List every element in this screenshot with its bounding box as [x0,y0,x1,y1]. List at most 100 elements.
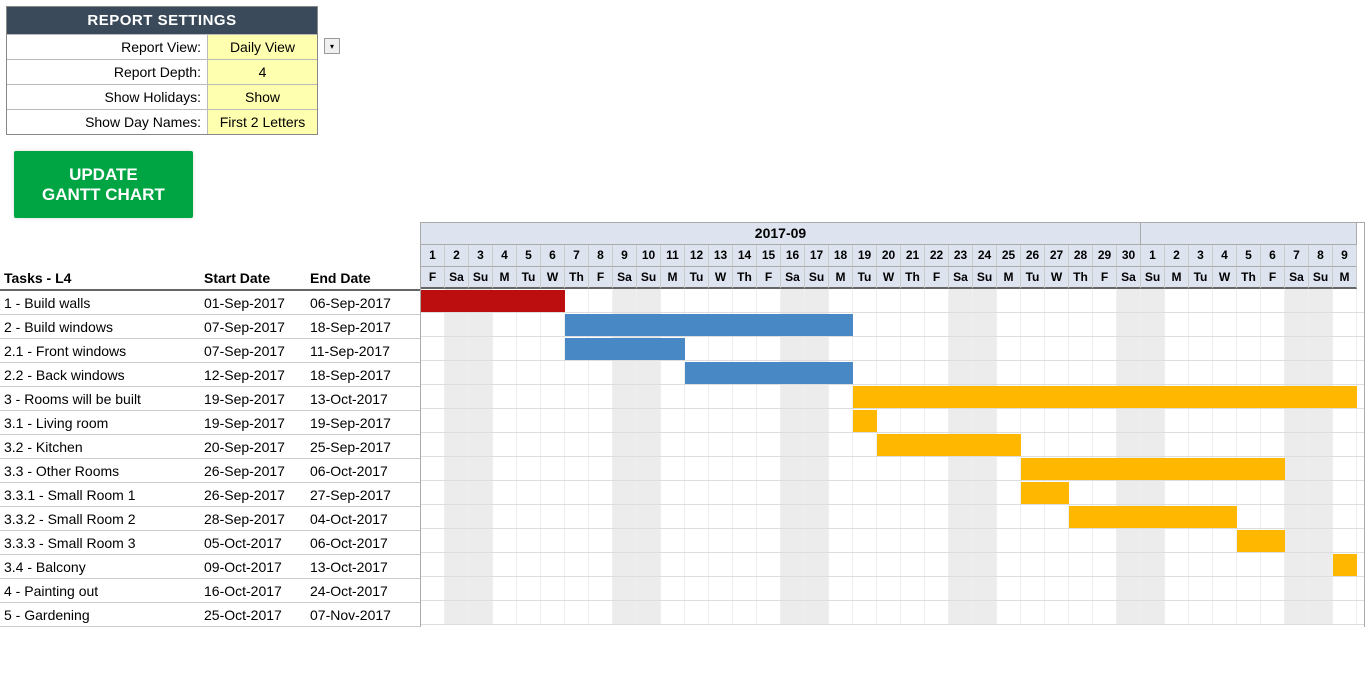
gantt-day-cell [805,481,829,504]
gantt-day-cell [733,577,757,600]
gantt-day-cell [565,433,589,456]
gantt-day-cell [925,577,949,600]
gantt-day-cell [541,505,565,528]
gantt-day-cell [1141,313,1165,336]
settings-row-value[interactable]: First 2 Letters [207,110,317,134]
task-start-date: 25-Oct-2017 [200,604,306,626]
settings-row-value[interactable]: Show [207,85,317,109]
gantt-day-cell [493,361,517,384]
task-row[interactable]: 3.3.3 - Small Room 305-Oct-201706-Oct-20… [0,531,420,555]
day-name: Su [1309,267,1333,289]
gantt-day-cell [973,337,997,360]
gantt-day-cell [1021,601,1045,624]
day-number: 1 [421,245,445,267]
task-name: 3.3.3 - Small Room 3 [0,532,200,554]
gantt-day-cell [661,577,685,600]
gantt-bar[interactable] [1237,530,1285,552]
gantt-day-cell [1165,553,1189,576]
task-name: 2.1 - Front windows [0,340,200,362]
day-name: Th [1069,267,1093,289]
task-row[interactable]: 3.1 - Living room19-Sep-201719-Sep-2017 [0,411,420,435]
gantt-day-cell [637,577,661,600]
gantt-day-cell [421,313,445,336]
day-number: 13 [709,245,733,267]
day-name: Tu [853,267,877,289]
day-name: W [709,267,733,289]
gantt-day-cell [685,385,709,408]
gantt-row [421,361,1364,385]
gantt-day-cell [1237,553,1261,576]
task-row[interactable]: 3.3 - Other Rooms26-Sep-201706-Oct-2017 [0,459,420,483]
gantt-day-cell [1333,289,1357,312]
report-view-dropdown[interactable]: ▾ [324,38,340,54]
gantt-day-cell [1141,361,1165,384]
settings-row-value[interactable]: 4 [207,60,317,84]
day-number: 8 [589,245,613,267]
gantt-bar[interactable] [421,290,565,312]
gantt-bar[interactable] [1021,482,1069,504]
gantt-bar[interactable] [853,386,1357,408]
gantt-day-cell [637,289,661,312]
gantt-row [421,529,1364,553]
task-row[interactable]: 3.3.1 - Small Room 126-Sep-201727-Sep-20… [0,483,420,507]
gantt-day-cell [1285,553,1309,576]
gantt-day-cell [1333,337,1357,360]
report-settings-title: REPORT SETTINGS [7,7,317,34]
gantt-day-cell [1189,481,1213,504]
gantt-day-cell [1117,601,1141,624]
day-number: 18 [829,245,853,267]
gantt-day-cell [661,409,685,432]
gantt-day-cell [445,457,469,480]
gantt-day-cell [1213,289,1237,312]
day-number: 26 [1021,245,1045,267]
update-gantt-chart-button[interactable]: UPDATE GANTT CHART [14,151,193,218]
task-row[interactable]: 3.2 - Kitchen20-Sep-201725-Sep-2017 [0,435,420,459]
settings-row-value[interactable]: Daily View [207,35,317,59]
task-row[interactable]: 2.1 - Front windows07-Sep-201711-Sep-201… [0,339,420,363]
gantt-bar[interactable] [1069,506,1237,528]
day-number: 21 [901,245,925,267]
day-name: F [925,267,949,289]
task-row[interactable]: 2 - Build windows07-Sep-201718-Sep-2017 [0,315,420,339]
gantt-bar[interactable] [877,434,1021,456]
gantt-day-cell [613,409,637,432]
gantt-bar[interactable] [853,410,877,432]
gantt-day-cell [517,481,541,504]
gantt-day-cell [565,289,589,312]
gantt-bar[interactable] [685,362,853,384]
task-row[interactable]: 3.3.2 - Small Room 228-Sep-201704-Oct-20… [0,507,420,531]
task-row[interactable]: 3 - Rooms will be built19-Sep-201713-Oct… [0,387,420,411]
gantt-day-cell [1165,313,1189,336]
task-row[interactable]: 3.4 - Balcony09-Oct-201713-Oct-2017 [0,555,420,579]
gantt-day-cell [565,529,589,552]
gantt-day-cell [1189,337,1213,360]
gantt-day-cell [805,601,829,624]
gantt-day-cell [613,481,637,504]
gantt-day-cell [493,505,517,528]
day-number: 4 [1213,245,1237,267]
gantt-bar[interactable] [565,314,853,336]
gantt-day-cell [589,385,613,408]
task-name: 4 - Painting out [0,580,200,602]
gantt-day-cell [421,505,445,528]
task-end-date: 18-Sep-2017 [306,316,420,338]
gantt-day-cell [1237,337,1261,360]
tasks-header: Tasks - L4 [0,267,200,289]
gantt-day-cell [1285,481,1309,504]
task-start-date: 05-Oct-2017 [200,532,306,554]
gantt-bar[interactable] [1021,458,1285,480]
gantt-day-cell [613,433,637,456]
task-row[interactable]: 5 - Gardening25-Oct-201707-Nov-2017 [0,603,420,627]
gantt-day-cell [853,337,877,360]
gantt-bar[interactable] [1333,554,1357,576]
gantt-day-cell [853,289,877,312]
gantt-day-cell [445,385,469,408]
task-row[interactable]: 1 - Build walls01-Sep-201706-Sep-2017 [0,291,420,315]
task-row[interactable]: 4 - Painting out16-Oct-201724-Oct-2017 [0,579,420,603]
gantt-day-cell [1021,313,1045,336]
gantt-bar[interactable] [565,338,685,360]
gantt-day-cell [445,481,469,504]
day-name: Su [469,267,493,289]
task-row[interactable]: 2.2 - Back windows12-Sep-201718-Sep-2017 [0,363,420,387]
day-name: Su [637,267,661,289]
